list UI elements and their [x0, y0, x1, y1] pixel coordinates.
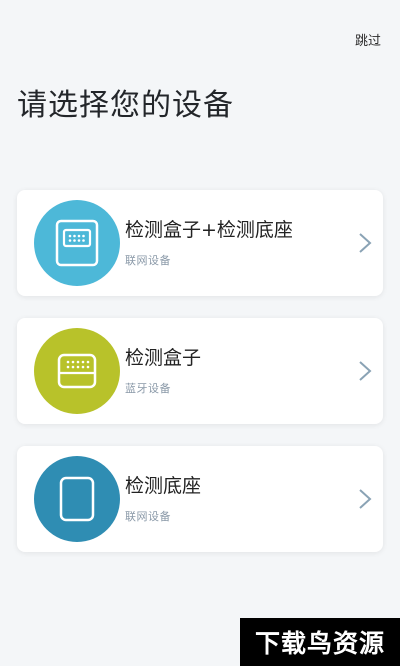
device-name: 检测盒子 [125, 347, 202, 369]
watermark-logo: 下载鸟资源 [240, 618, 400, 666]
device-name: 检测盒子+检测底座 [125, 219, 293, 241]
base-icon [34, 456, 120, 542]
chevron-right-icon [359, 361, 372, 381]
box-icon [34, 328, 120, 414]
device-card-base[interactable]: 检测底座 联网设备 [17, 446, 383, 552]
chevron-right-icon [359, 489, 372, 509]
page-title: 请选择您的设备 [17, 88, 234, 123]
device-card-box[interactable]: 检测盒子 蓝牙设备 [17, 318, 383, 424]
box-and-base-icon [34, 200, 120, 286]
device-card-box-and-base[interactable]: 检测盒子+检测底座 联网设备 [17, 190, 383, 296]
chevron-right-icon [359, 233, 372, 253]
device-subtitle: 联网设备 [125, 254, 171, 267]
device-name: 检测底座 [125, 475, 202, 497]
skip-button[interactable]: 跳过 [355, 30, 381, 49]
device-subtitle: 蓝牙设备 [125, 382, 171, 395]
device-subtitle: 联网设备 [125, 510, 171, 523]
